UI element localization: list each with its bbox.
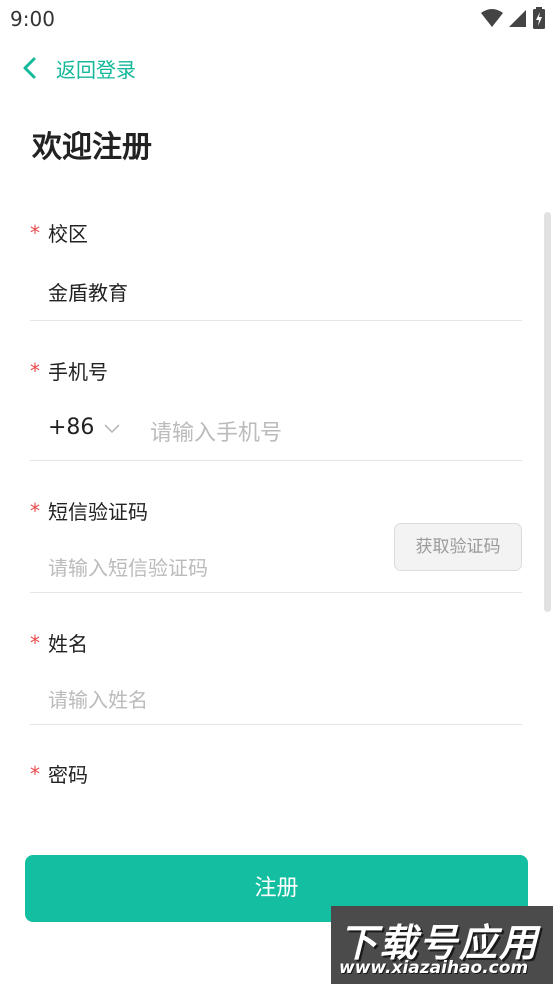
required-marker: * <box>30 630 40 655</box>
required-marker: * <box>30 761 40 786</box>
campus-label-row: * 校区 <box>30 218 88 247</box>
sms-code-input[interactable]: 请输入短信验证码 <box>48 552 208 581</box>
back-label: 返回登录 <box>56 57 136 82</box>
get-code-button[interactable]: 获取验证码 <box>394 523 522 571</box>
chevron-down-icon <box>94 415 121 440</box>
name-input[interactable]: 请输入姓名 <box>48 684 148 713</box>
required-marker: * <box>30 498 40 523</box>
phone-input[interactable]: 请输入手机号 <box>150 415 282 447</box>
country-code-selector[interactable]: +86 <box>48 415 121 440</box>
register-screen: 9:00 返回登录 欢迎注册 * 校区 金盾教育 * 手机号 +86 请输入手机… <box>0 0 553 984</box>
sms-code-field: * 短信验证码 请输入短信验证码 获取验证码 <box>30 462 522 593</box>
wifi-icon <box>481 8 503 32</box>
campus-value: 金盾教育 <box>48 281 128 305</box>
scrollbar[interactable] <box>544 212 551 612</box>
password-field: * 密码 <box>30 726 522 810</box>
name-label: 姓名 <box>48 632 88 656</box>
campus-label: 校区 <box>48 222 88 246</box>
status-icons <box>481 7 545 33</box>
name-field: * 姓名 请输入姓名 <box>30 594 522 725</box>
status-time: 9:00 <box>10 7 55 31</box>
battery-charging-icon <box>533 7 545 33</box>
chevron-left-icon <box>18 56 42 80</box>
status-bar: 9:00 <box>0 0 553 36</box>
country-code-value: +86 <box>48 415 95 440</box>
required-marker: * <box>30 220 40 245</box>
back-to-login-button[interactable]: 返回登录 <box>18 52 136 84</box>
campus-field[interactable]: * 校区 金盾教育 <box>30 200 522 321</box>
phone-label-row: * 手机号 <box>30 356 108 385</box>
required-marker: * <box>30 358 40 383</box>
cellular-signal-icon <box>509 8 527 32</box>
password-label: 密码 <box>48 763 88 787</box>
registration-form: * 校区 金盾教育 * 手机号 +86 请输入手机号 * 短信验证码 请输入短信… <box>30 200 522 810</box>
sms-code-label: 短信验证码 <box>48 500 148 524</box>
phone-label: 手机号 <box>48 360 108 384</box>
watermark-logo: 下载号应用 www.xiazaihao.com <box>331 906 553 984</box>
watermark-url: www.xiazaihao.com <box>339 958 529 978</box>
page-title: 欢迎注册 <box>32 130 152 165</box>
sms-label-row: * 短信验证码 <box>30 496 148 525</box>
name-label-row: * 姓名 <box>30 628 88 657</box>
password-label-row: * 密码 <box>30 759 88 788</box>
phone-field: * 手机号 +86 请输入手机号 <box>30 322 522 461</box>
